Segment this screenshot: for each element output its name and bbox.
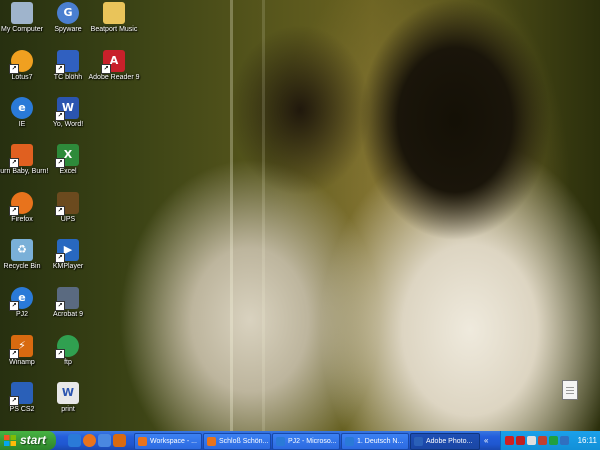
file-icon[interactable] — [562, 380, 578, 400]
kmplayer-icon: ▶ ↗ — [55, 239, 79, 263]
desktop-icon-ftp[interactable]: ↗ ftp — [34, 335, 102, 367]
folder-icon — [103, 2, 125, 24]
lotus-icon: ↗ — [9, 50, 33, 74]
desktop-icon-acrobat-9[interactable]: ↗ Acrobat 9 — [34, 287, 102, 319]
desktop-icon-label: Beatport Music — [90, 26, 138, 33]
ups-icon: ↗ — [55, 192, 79, 216]
spyware-icon: G — [57, 2, 79, 24]
taskbar-task-pj2[interactable]: PJ2 - Microso... — [272, 433, 340, 450]
task-title: Workspace - ... — [150, 438, 197, 445]
desktop-wallpaper: My Computer ↗ Lotus7 e IE ↗ Burn Baby, B… — [0, 0, 600, 431]
adobe-reader-icon: A ↗ — [101, 50, 125, 74]
desktop-icon-label: KMPlayer — [52, 263, 84, 270]
word-icon: W ↗ — [55, 97, 79, 121]
total-commander-icon: ↗ — [55, 50, 79, 74]
firefox-icon: ↗ — [9, 192, 33, 216]
desktop-icon-kmplayer[interactable]: ▶ ↗ KMPlayer — [34, 239, 102, 271]
wallpaper-glass-edge — [262, 0, 265, 431]
ati-tray-icon[interactable] — [516, 436, 525, 445]
start-button[interactable]: start — [0, 431, 56, 450]
desktop-icon-print[interactable]: W print — [34, 382, 102, 414]
desktop-icon-label: Yo, Word! — [52, 121, 84, 128]
photoshop-icon: ↗ — [9, 382, 33, 406]
task-title: 1. Deutsch N... — [357, 438, 404, 445]
ie-task-icon — [345, 437, 354, 446]
taskbar-task-workspace[interactable]: Workspace - ... — [134, 433, 202, 450]
ie-quicklaunch-icon[interactable] — [68, 434, 81, 447]
network-tray-icon[interactable] — [505, 436, 514, 445]
pj2-icon: e ↗ — [9, 287, 33, 311]
messenger-tray-icon[interactable] — [560, 436, 569, 445]
start-label: start — [20, 433, 47, 447]
desktop-icon-excel[interactable]: X ↗ Excel — [34, 144, 102, 176]
taskbar: start Workspace - ... Schloß Schön... PJ… — [0, 431, 600, 450]
taskbar-task-deutsch[interactable]: 1. Deutsch N... — [341, 433, 409, 450]
desktop-icon-label: Excel — [59, 168, 77, 175]
excel-icon: X ↗ — [55, 144, 79, 168]
ftp-icon: ↗ — [55, 335, 79, 359]
task-title: Adobe Photo... — [426, 438, 473, 445]
desktop-icon-label: UPS — [60, 216, 76, 223]
desktop-icon-ups[interactable]: ↗ UPS — [34, 192, 102, 224]
volume-tray-icon[interactable] — [527, 436, 536, 445]
internet-explorer-icon: e — [11, 97, 33, 119]
firefox-task-icon — [138, 437, 147, 446]
recycle-bin-icon: ♻ — [11, 239, 33, 261]
wallpaper-glass-edge — [230, 0, 233, 431]
desktop-icon-adobe-reader-9[interactable]: A ↗ Adobe Reader 9 — [80, 50, 148, 82]
desktop-icon-yo-word[interactable]: W ↗ Yo, Word! — [34, 97, 102, 129]
photoshop-task-icon — [414, 437, 423, 446]
taskbar-task-adobe-photoshop[interactable]: Adobe Photo... — [410, 433, 480, 450]
desktop-icon-label: Acrobat 9 — [53, 311, 83, 318]
winamp-icon: ⚡ ↗ — [9, 335, 33, 359]
desktop-icon-beatport-music[interactable]: Beatport Music — [80, 2, 148, 34]
computer-icon — [11, 2, 33, 24]
antivirus-tray-icon[interactable] — [538, 436, 547, 445]
acrobat-icon: ↗ — [55, 287, 79, 311]
clock[interactable]: 16:11 — [578, 431, 597, 450]
firefox-task-icon — [207, 437, 216, 446]
firefox-quicklaunch-icon[interactable] — [83, 434, 96, 447]
desktop-icon-label: print — [61, 406, 75, 413]
burn-icon: ↗ — [9, 144, 33, 168]
desktop-icon-label: ftp — [64, 359, 72, 366]
print-icon: W — [57, 382, 79, 404]
task-title: PJ2 - Microso... — [288, 438, 337, 445]
windows-logo-icon — [4, 435, 16, 446]
tray-expand-icon[interactable]: « — [484, 436, 492, 445]
media-quicklaunch-icon[interactable] — [113, 434, 126, 447]
taskbar-task-schloss[interactable]: Schloß Schön... — [203, 433, 271, 450]
task-title: Schloß Schön... — [219, 438, 269, 445]
desktop-icon-label: Adobe Reader 9 — [88, 74, 140, 81]
show-desktop-icon[interactable] — [98, 434, 111, 447]
ie-task-icon — [276, 437, 285, 446]
system-tray: 16:11 — [500, 431, 600, 450]
security-tray-icon[interactable] — [549, 436, 558, 445]
